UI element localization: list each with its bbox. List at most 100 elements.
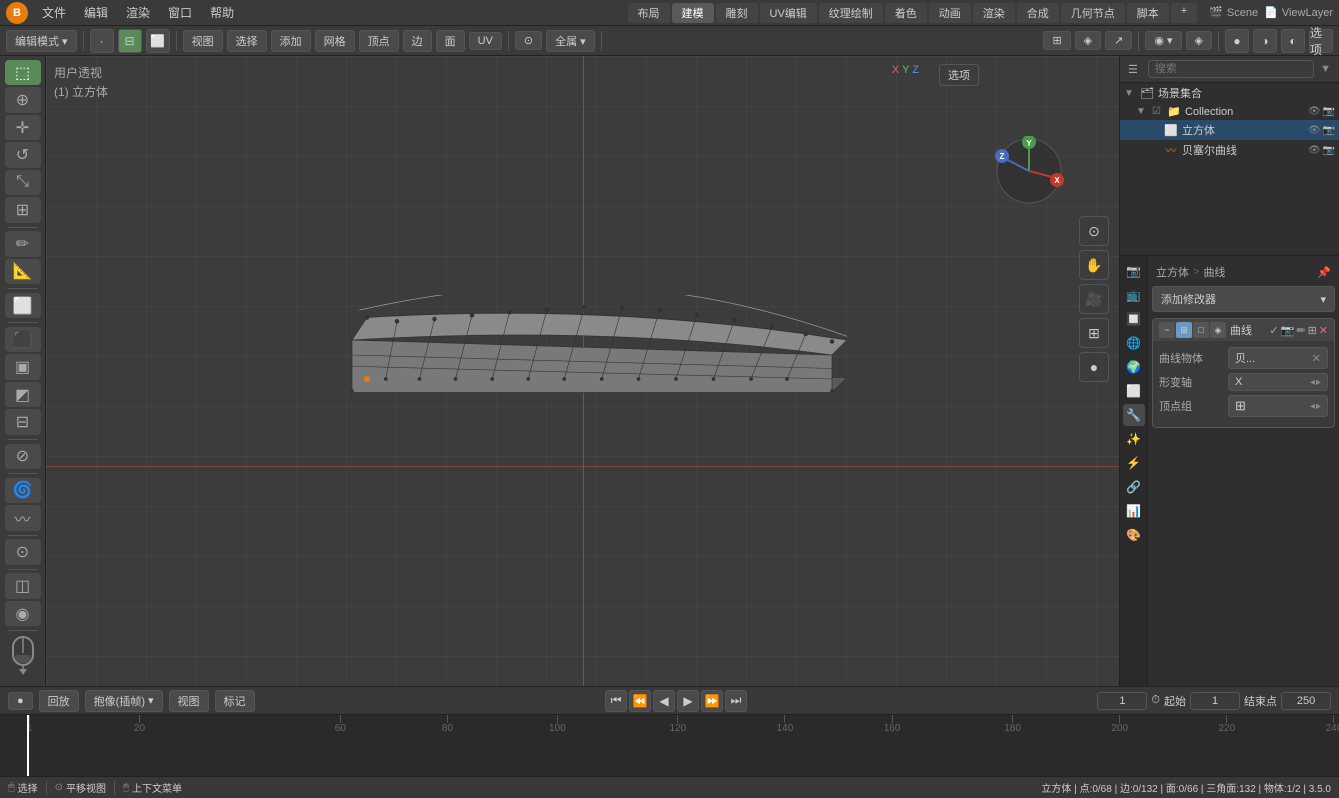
workspace-compositing[interactable]: 合成	[1017, 3, 1059, 23]
cube-render-icon[interactable]: 📷	[1323, 125, 1335, 136]
shading-solid-btn[interactable]: ●	[1225, 29, 1249, 53]
to-sphere-btn[interactable]: ◉	[5, 601, 41, 626]
scale-tool-btn[interactable]: ⤡	[5, 170, 41, 195]
shading-render-btn[interactable]: ◐	[1281, 29, 1305, 53]
workspace-shading[interactable]: 着色	[885, 3, 927, 23]
outliner-scene-collection[interactable]: ▼ 🗂 场景集合	[1120, 83, 1339, 103]
view-layer-tab[interactable]: 🔲	[1123, 308, 1145, 330]
mod-delete-icon[interactable]: ✕	[1319, 324, 1328, 337]
prev-keyframe-btn[interactable]: ⏪	[629, 690, 651, 712]
viewport-3d[interactable]: 用户透视 (1) 立方体 X Y Z 选项 Y	[46, 56, 1119, 686]
timeline-menu-playback[interactable]: 回放	[39, 690, 79, 712]
mod-realtime-icon[interactable]: ✓	[1269, 324, 1278, 337]
axis-right-arrow[interactable]: ▸	[1316, 377, 1321, 388]
measure-tool-btn[interactable]: 📐	[5, 259, 41, 284]
menu-edit[interactable]: 编辑	[76, 2, 116, 23]
uv-menu[interactable]: UV	[469, 32, 502, 50]
pin-icon[interactable]: 📌	[1317, 266, 1331, 279]
add-cube-btn[interactable]: ⬜	[5, 293, 41, 318]
particles-tab[interactable]: ✨	[1123, 428, 1145, 450]
curve-render-icon[interactable]: 📷	[1323, 145, 1335, 156]
shrink-fatten-btn[interactable]: ⊙	[5, 539, 41, 564]
mod-cage-icon[interactable]: ⊞	[1308, 324, 1317, 337]
mod-render-icon[interactable]: 📷	[1281, 324, 1295, 337]
curve-visibility-icon[interactable]: 👁	[1308, 145, 1321, 156]
snap-btn[interactable]: ⊞	[1043, 31, 1070, 50]
move-tool-btn[interactable]: ✛	[5, 115, 41, 140]
zoom-fit-btn[interactable]: ⊙	[1079, 216, 1109, 246]
next-frame-btn[interactable]: ⏩	[701, 690, 723, 712]
menu-render[interactable]: 渲染	[118, 2, 158, 23]
perspective-ortho-btn[interactable]: ⊞	[1079, 318, 1109, 348]
inset-btn[interactable]: ▣	[5, 354, 41, 379]
shear-btn[interactable]: ◫	[5, 573, 41, 598]
overlay-btn[interactable]: ◉ ▾	[1145, 31, 1181, 50]
scene-selector[interactable]: 🎬 Scene	[1209, 6, 1258, 19]
vertex-mode-btn[interactable]: ·	[90, 29, 114, 53]
mod-type-array[interactable]: ⊞	[1176, 322, 1192, 338]
axis-left-arrow[interactable]: ◂	[1310, 377, 1315, 388]
mod-type-bool[interactable]: ◈	[1210, 322, 1226, 338]
workspace-add[interactable]: +	[1171, 3, 1197, 23]
rotate-tool-btn[interactable]: ↺	[5, 142, 41, 167]
current-frame-input[interactable]: 1	[1097, 692, 1147, 710]
extrude-btn[interactable]: ⬛	[5, 327, 41, 352]
edge-menu[interactable]: 边	[403, 30, 432, 52]
select-tool-btn[interactable]: ⬚	[5, 60, 41, 85]
outliner-curve[interactable]: 〰 贝塞尔曲线 👁 📷	[1120, 140, 1339, 160]
workspace-uv[interactable]: UV编辑	[760, 3, 817, 23]
world-props-tab[interactable]: 🌍	[1123, 356, 1145, 378]
mode-selector[interactable]: 编辑模式 ▾	[6, 30, 77, 52]
vg-left-arrow[interactable]: ◂	[1310, 401, 1315, 412]
deform-axis-value[interactable]: X ◂ ▸	[1228, 373, 1328, 391]
viewport-gizmo[interactable]: Y X Z	[994, 136, 1064, 206]
timeline-ruler[interactable]: 1 20 60 80 100	[0, 715, 1339, 776]
menu-window[interactable]: 窗口	[160, 2, 200, 23]
timeline-menu-view[interactable]: 视图	[169, 690, 209, 712]
workspace-texture-paint[interactable]: 纹理绘制	[819, 3, 883, 23]
shading-material-btn[interactable]: ◑	[1253, 29, 1277, 53]
jump-start-btn[interactable]: ⏮	[605, 690, 627, 712]
workspace-animation[interactable]: 动画	[929, 3, 971, 23]
workspace-render[interactable]: 渲染	[973, 3, 1015, 23]
options-btn[interactable]: 选项	[1309, 29, 1333, 53]
timeline-menu-marker[interactable]: 标记	[215, 690, 255, 712]
start-frame-input[interactable]: 1	[1190, 692, 1240, 710]
workspace-scripting[interactable]: 脚本	[1127, 3, 1169, 23]
xray-btn[interactable]: ◈	[1186, 31, 1212, 50]
jump-end-btn[interactable]: ⏭	[725, 690, 747, 712]
curve-object-value[interactable]: 贝... ✕	[1228, 347, 1328, 369]
workspace-geometry-nodes[interactable]: 几何节点	[1061, 3, 1125, 23]
output-props-tab[interactable]: 📺	[1123, 284, 1145, 306]
viewlayer-selector[interactable]: 📄 ViewLayer	[1264, 6, 1333, 19]
transform-pivot[interactable]: ◈	[1075, 31, 1101, 50]
transform-tool-btn[interactable]: ⊞	[5, 197, 41, 222]
global-selector[interactable]: 全属 ▾	[546, 30, 595, 52]
timeline-playhead[interactable]	[27, 715, 29, 776]
shading-btn[interactable]: ●	[1079, 352, 1109, 382]
object-constraints-tab[interactable]: 🔗	[1123, 476, 1145, 498]
loop-cut-btn[interactable]: ⊟	[5, 409, 41, 434]
scene-props-tab[interactable]: 🌐	[1123, 332, 1145, 354]
outliner-collection[interactable]: ▼ ☑ 📁 Collection 👁 📷	[1120, 103, 1339, 120]
mod-edit-icon[interactable]: ✏	[1296, 324, 1305, 337]
summary-toggle[interactable]: ●	[8, 692, 33, 710]
outliner-search[interactable]	[1148, 60, 1314, 78]
workspace-layout[interactable]: 布局	[628, 3, 670, 23]
timeline-menu-keying[interactable]: 抱像(插帧) ▾	[85, 690, 163, 712]
curve-object-close[interactable]: ✕	[1312, 352, 1321, 365]
modifier-props-tab[interactable]: 🔧	[1123, 404, 1145, 426]
menu-file[interactable]: 文件	[34, 2, 74, 23]
orientation-btn[interactable]: ↗	[1105, 31, 1132, 50]
mod-type-wave[interactable]: ~	[1159, 322, 1175, 338]
cube-visibility-icon[interactable]: 👁	[1308, 125, 1321, 136]
face-menu[interactable]: 面	[436, 30, 465, 52]
vertex-menu[interactable]: 顶点	[359, 30, 399, 52]
prev-frame-btn[interactable]: ◀	[653, 690, 675, 712]
annotate-tool-btn[interactable]: ✏	[5, 231, 41, 256]
end-frame-input[interactable]: 250	[1281, 692, 1331, 710]
camera-view-btn[interactable]: 🎥	[1079, 284, 1109, 314]
face-mode-btn[interactable]: ⬜	[146, 29, 170, 53]
view-menu[interactable]: 视图	[183, 30, 223, 52]
mesh-menu[interactable]: 网格	[315, 30, 355, 52]
